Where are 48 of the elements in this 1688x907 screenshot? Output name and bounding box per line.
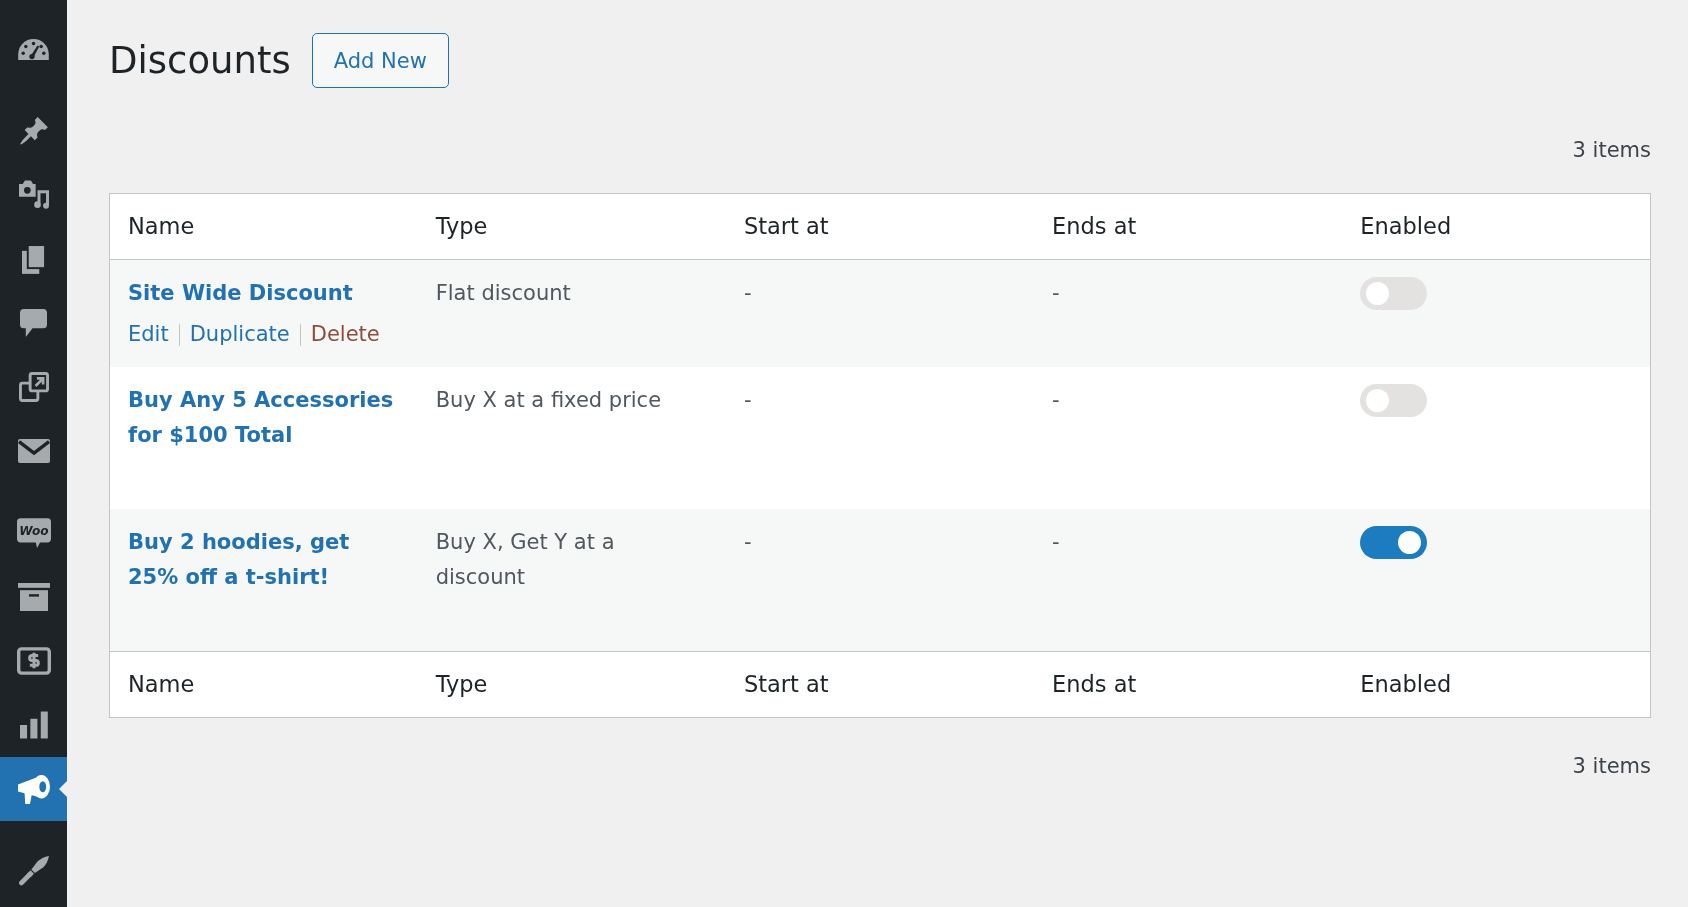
column-header: Enabled [1360,213,1452,239]
discount-title-link[interactable]: Buy 2 hoodies, get 25% off a t-shirt! [128,525,400,595]
add-new-button[interactable]: Add New [311,33,449,88]
bar-chart-icon [19,711,48,739]
column-header: Enabled [1360,671,1452,697]
item-count: 3 items [1572,138,1651,162]
speech-bubble-icon [20,309,47,337]
gauge-icon [18,38,49,60]
discount-title-link[interactable]: Buy Any 5 Accessories for $100 Total [128,383,400,453]
toggle-switch[interactable] [1360,277,1428,310]
column-header: Type [435,213,488,239]
column-header: Name [128,671,195,697]
column-header: Type [435,671,488,697]
dollar-bill-icon [16,647,51,675]
column-header: Name [128,213,195,239]
item-count: 3 items [1572,754,1651,778]
row-action-link[interactable]: Edit [128,317,169,352]
archive-box-icon [17,583,50,611]
pushpin-icon [19,117,48,145]
documents-icon [21,244,46,274]
paintbrush-icon [18,856,49,886]
delete-link[interactable]: Delete [310,317,380,352]
page-title: Discounts [109,38,291,84]
toggle-switch[interactable] [1360,384,1428,417]
megaphone-icon [17,774,50,804]
column-header: Ends at [1052,671,1137,697]
table-cell: Flat discount [435,281,571,305]
discount-title-link[interactable]: Site Wide Discount [128,276,353,311]
row-action-link[interactable]: Duplicate [189,317,290,352]
table-cell: - [743,530,752,554]
store-logo: Woo [16,518,51,548]
table-cell: - [1052,281,1060,305]
table-cell: Buy X at a fixed price [435,388,662,412]
table-cell: - [743,281,752,305]
sidebar-menu-item[interactable]: Woo [0,501,67,565]
column-header: Start at [743,213,829,239]
table-cell: - [743,388,752,412]
sidebar-menu-item[interactable] [0,757,67,821]
column-header: Ends at [1052,213,1137,239]
toggle-switch[interactable] [1360,526,1428,559]
table-cell: - [1052,388,1060,412]
camera-music-icon [18,180,49,210]
table-cell: Buy X, Get Y at a discount [435,530,615,589]
column-header: Start at [743,671,829,697]
table-cell: - [1052,530,1060,554]
envelope-icon [17,439,50,463]
external-link-icon [18,372,49,402]
pointer-notch-icon [59,781,67,797]
